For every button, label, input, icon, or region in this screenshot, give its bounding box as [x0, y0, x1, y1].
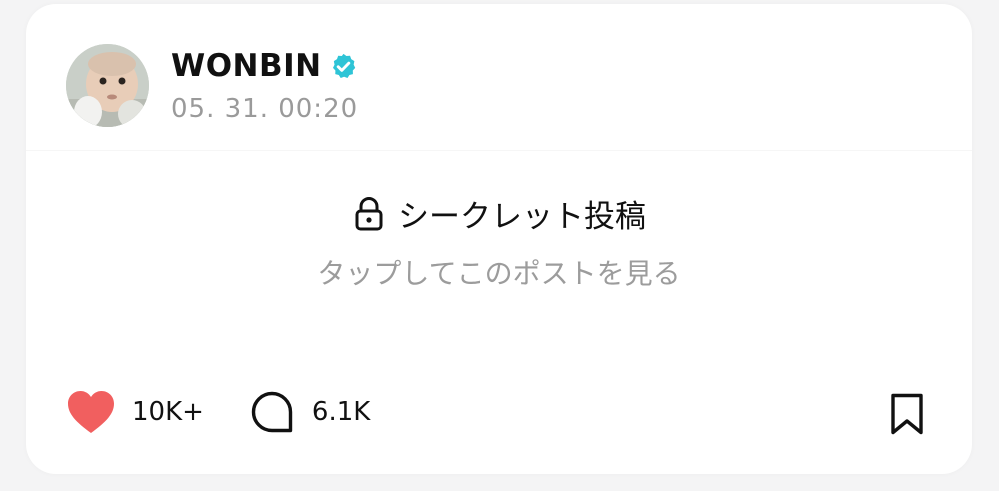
like-count: 10K+ — [132, 397, 204, 427]
comment-button[interactable]: 6.1K — [250, 390, 370, 434]
avatar[interactable] — [66, 44, 149, 127]
heart-icon — [66, 389, 116, 435]
lock-icon — [352, 196, 386, 232]
post-actions: 10K+ 6.1K — [66, 384, 370, 440]
post-card[interactable]: WONBIN 05. 31. 00:20 シークレット投稿 タップしてこのポスト… — [26, 4, 972, 474]
bookmark-icon — [888, 392, 926, 436]
secret-post-hint[interactable]: タップしてこのポストを見る — [26, 252, 972, 292]
author-row: WONBIN — [171, 44, 358, 88]
like-button[interactable]: 10K+ — [66, 389, 204, 435]
secret-post-title: シークレット投稿 — [398, 199, 646, 235]
avatar-photo — [66, 44, 149, 127]
post-timestamp: 05. 31. 00:20 — [171, 94, 359, 124]
comment-bubble-icon — [250, 390, 294, 434]
comment-count: 6.1K — [311, 397, 371, 427]
bookmark-button[interactable] — [888, 392, 926, 436]
verified-badge-icon — [329, 52, 358, 81]
secret-post-banner[interactable]: シークレット投稿 — [26, 191, 972, 236]
header-divider — [26, 150, 972, 151]
username[interactable]: WONBIN — [171, 48, 322, 84]
